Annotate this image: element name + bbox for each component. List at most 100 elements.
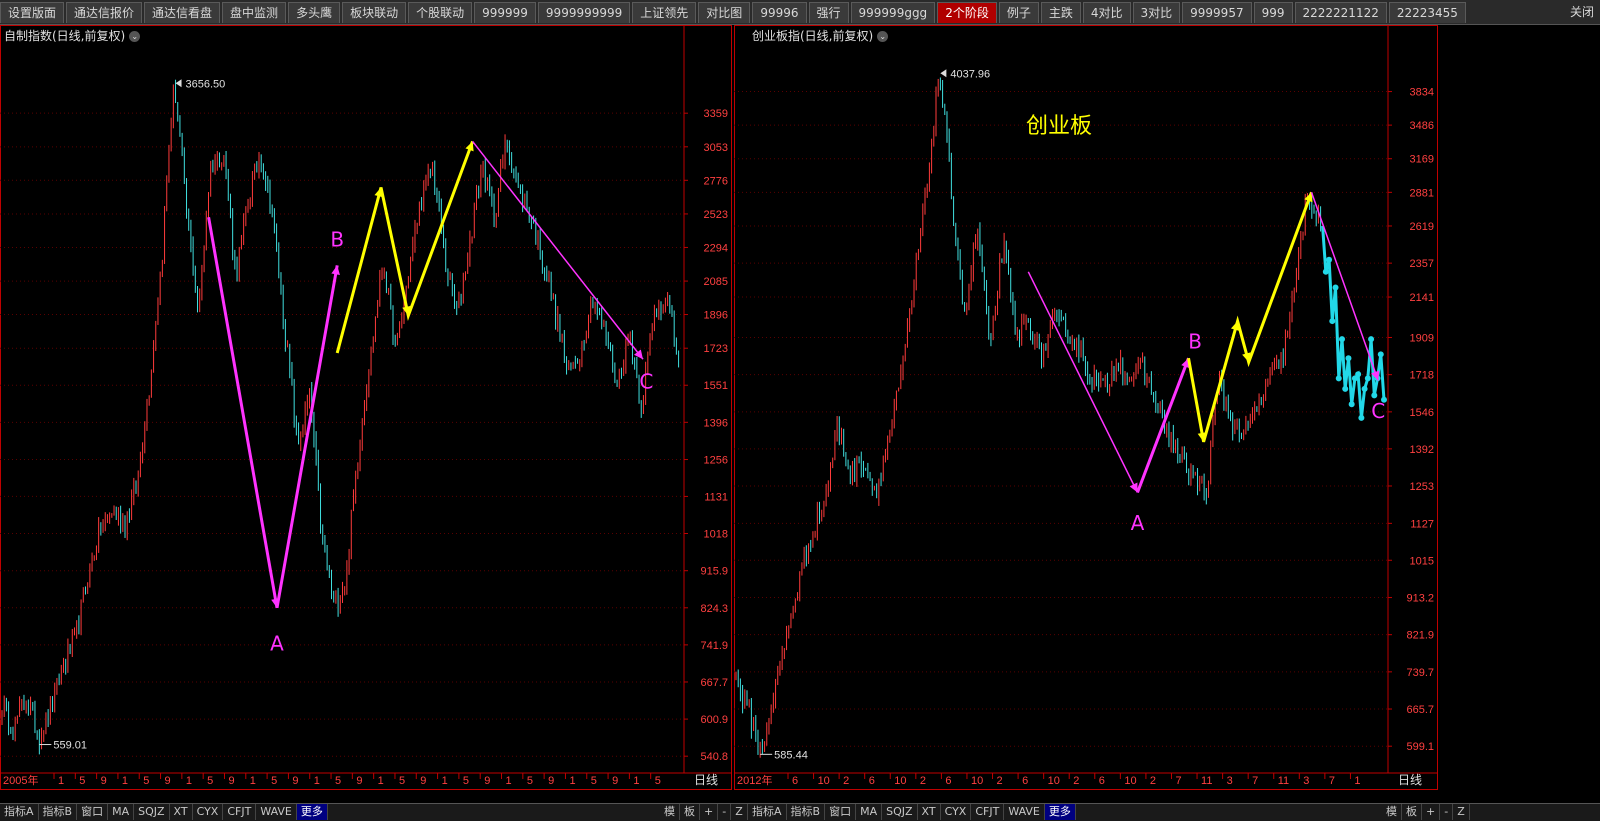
template-button-2[interactable]: + (1422, 804, 1441, 820)
indicator-button-3[interactable]: MA (108, 804, 135, 820)
indicator-button-3[interactable]: MA (856, 804, 883, 820)
template-button-3[interactable]: - (718, 804, 732, 820)
x-tick-label: 1 (442, 775, 448, 787)
template-button-4[interactable]: Z (731, 804, 748, 820)
y-tick-label: 3359 (704, 108, 728, 120)
period-label: 日线 (1398, 773, 1422, 787)
x-tick-label: 1 (58, 775, 64, 787)
x-tick-label: 5 (207, 775, 213, 787)
template-button-0[interactable]: 模 (1382, 804, 1402, 820)
indicator-button-0[interactable]: 指标A (0, 804, 39, 820)
y-tick-label: 600.9 (700, 714, 728, 726)
y-tick-label: 1127 (1410, 518, 1434, 530)
wave-label-B: B (1188, 330, 1202, 354)
y-tick-label: 1131 (704, 491, 728, 503)
indicator-button-2[interactable]: 窗口 (825, 804, 857, 820)
tab-3[interactable]: 盘中监测 (222, 1, 287, 23)
x-tick-label: 9 (356, 775, 362, 787)
y-tick-label: 2523 (704, 209, 728, 221)
wave-label-B: B (330, 228, 344, 252)
x-tick-label: 10 (894, 775, 906, 787)
indicator-button-1[interactable]: 指标B (787, 804, 826, 820)
tab-1[interactable]: 通达信报价 (66, 1, 143, 23)
indicator-button-8[interactable]: WAVE (256, 804, 297, 820)
tab-4[interactable]: 多头鹰 (288, 1, 341, 23)
template-button-2[interactable]: + (700, 804, 719, 820)
charts-area: 3359305327762523229420851896172315511396… (0, 25, 1438, 790)
indicator-button-1[interactable]: 指标B (39, 804, 78, 820)
x-tick-label: 1 (378, 775, 384, 787)
tab-14[interactable]: 2个阶段 (937, 1, 997, 23)
indicator-button-9[interactable]: 更多 (296, 804, 328, 820)
low-label: 585.44 (774, 749, 808, 761)
x-tick-label: 9 (484, 775, 490, 787)
y-tick-label: 1396 (704, 417, 728, 429)
tab-8[interactable]: 9999999999 (537, 1, 631, 23)
tab-12[interactable]: 强行 (808, 1, 849, 23)
tab-5[interactable]: 板块联动 (342, 1, 407, 23)
tab-2[interactable]: 通达信看盘 (144, 1, 221, 23)
x-tick-label: 9 (548, 775, 554, 787)
tab-20[interactable]: 999 (1253, 1, 1293, 23)
tab-17[interactable]: 4对比 (1082, 1, 1131, 23)
tab-7[interactable]: 999999 (474, 1, 536, 23)
indicator-button-7[interactable]: CFJT (971, 804, 1005, 820)
tab-22[interactable]: 22223455 (1388, 1, 1466, 23)
x-start-label: 2012年 (737, 773, 772, 787)
indicator-button-5[interactable]: XT (918, 804, 941, 820)
wave-label-C: C (1371, 399, 1385, 423)
template-button-1[interactable]: 板 (1402, 804, 1422, 820)
template-button-4[interactable]: Z (1453, 804, 1470, 820)
y-tick-label: 1896 (704, 310, 728, 322)
indicator-button-2[interactable]: 窗口 (77, 804, 109, 820)
wave-line-magenta (1027, 271, 1139, 493)
indicator-button-0[interactable]: 指标A (748, 804, 787, 820)
forecast-point (1335, 375, 1342, 382)
indicator-button-8[interactable]: WAVE (1004, 804, 1045, 820)
forecast-point (1371, 392, 1378, 399)
close-button[interactable]: 关闭 (1570, 2, 1594, 22)
tab-16[interactable]: 主跌 (1040, 1, 1081, 23)
forecast-point (1361, 385, 1368, 392)
indicator-button-9[interactable]: 更多 (1044, 804, 1076, 820)
indicator-button-4[interactable]: SQJZ (134, 804, 170, 820)
panel-frame (734, 25, 1438, 790)
x-tick-label: 2 (997, 775, 1003, 787)
indicator-button-5[interactable]: XT (170, 804, 193, 820)
tab-21[interactable]: 2222221122 (1294, 1, 1387, 23)
y-tick-label: 1718 (1410, 370, 1434, 382)
left-template-buttons: 模板 + - Z (660, 804, 748, 821)
x-tick-label: 1 (569, 775, 575, 787)
chart-panel-1: 3834 3486 3169 2881 2619 2357 2141 1909 1718 1546… (734, 25, 1438, 790)
tab-11[interactable]: 99996 (752, 1, 807, 23)
x-tick-label: 5 (335, 775, 341, 787)
wave-line-yellow (1187, 191, 1313, 443)
tab-9[interactable]: 上证领先 (632, 1, 697, 23)
forecast-point (1345, 355, 1352, 362)
indicator-button-6[interactable]: CYX (193, 804, 224, 820)
forecast-point (1342, 385, 1349, 392)
tab-6[interactable]: 个股联动 (408, 1, 473, 23)
template-button-0[interactable]: 模 (660, 804, 680, 820)
arrowhead (633, 349, 643, 360)
indicator-button-7[interactable]: CFJT (223, 804, 257, 820)
x-tick-label: 11 (1278, 775, 1289, 787)
period-label: 日线 (694, 773, 718, 787)
tab-15[interactable]: 例子 (998, 1, 1039, 23)
forecast-point (1326, 256, 1333, 263)
tab-10[interactable]: 对比图 (698, 1, 751, 23)
template-button-3[interactable]: - (1440, 804, 1454, 820)
template-button-1[interactable]: 板 (680, 804, 700, 820)
x-tick-label: 5 (463, 775, 469, 787)
indicator-button-6[interactable]: CYX (941, 804, 972, 820)
tab-13[interactable]: 999999ggg (850, 1, 936, 23)
x-tick-label: 7 (1252, 775, 1258, 787)
tab-19[interactable]: 9999957 (1182, 1, 1252, 23)
tab-0[interactable]: 设置版面 (0, 1, 65, 23)
y-tick-label: 739.7 (1406, 667, 1434, 679)
y-tick-label: 915.9 (700, 566, 728, 578)
x-tick-label: 5 (143, 775, 149, 787)
high-marker (175, 79, 182, 88)
tab-18[interactable]: 3对比 (1132, 1, 1181, 23)
indicator-button-4[interactable]: SQJZ (882, 804, 918, 820)
